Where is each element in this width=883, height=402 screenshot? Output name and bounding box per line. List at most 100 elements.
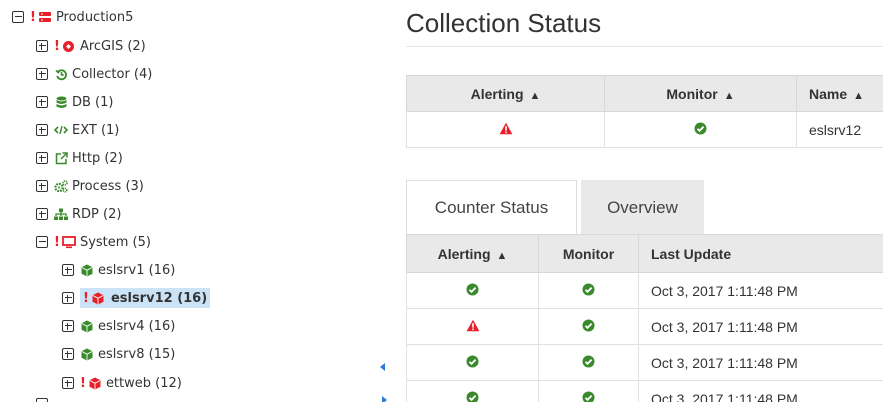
column-header-label: Monitor (666, 85, 718, 102)
expand-right-arrow-icon[interactable] (382, 396, 387, 402)
tree-node-label: Process (3) (72, 178, 144, 194)
tree-node-eslsrv8[interactable]: eslsrv8 (15) (62, 343, 175, 365)
tree-node-label: EXT (1) (72, 122, 120, 138)
expand-icon[interactable] (62, 320, 74, 332)
status-cell (406, 380, 539, 402)
collapse-icon[interactable] (36, 236, 48, 248)
cube-icon (80, 347, 94, 361)
column-header-alerting[interactable]: Alerting ▲︎ (406, 75, 605, 112)
column-header-monitor[interactable]: Monitor ▲︎ (604, 75, 797, 112)
table-row[interactable]: eslsrv12 (406, 111, 883, 148)
tree-node-eslsrv1[interactable]: eslsrv1 (16) (62, 259, 175, 281)
table-row[interactable]: Oct 3, 2017 1:11:48 PM (406, 380, 883, 402)
column-header-name[interactable]: Name ▲︎ (796, 75, 883, 112)
monitor-icon (62, 235, 76, 249)
counter-status-table: Alerting ▲︎ Monitor Last Update Oct 3, 20… (406, 234, 883, 402)
tree-node-ettweb[interactable]: ! ettweb (12) (62, 372, 182, 394)
sort-icon[interactable]: ▲︎ (530, 90, 541, 102)
check-circle-icon (466, 355, 479, 371)
splitter[interactable] (378, 0, 390, 402)
expand-icon[interactable] (62, 264, 74, 276)
tree-node-label: eslsrv12 (16) (107, 289, 211, 307)
alert-exclamation-icon: ! (54, 38, 60, 54)
warning-icon (466, 319, 480, 335)
cube-icon (80, 319, 94, 333)
alert-exclamation-icon: ! (30, 9, 36, 25)
expand-icon[interactable] (62, 377, 74, 389)
tree-node-label: ArcGIS (2) (79, 38, 146, 54)
check-circle-icon (466, 283, 479, 299)
alert-exclamation-icon: ! (83, 290, 89, 306)
collapse-left-arrow-icon[interactable] (380, 363, 385, 371)
tree-node-eslsrv4[interactable]: eslsrv4 (16) (62, 315, 175, 337)
status-cell (538, 344, 639, 381)
last-update-cell: Oct 3, 2017 1:11:48 PM (638, 272, 883, 309)
alert-exclamation-icon: ! (54, 234, 60, 250)
tree-node-label: eslsrv1 (16) (98, 262, 176, 278)
tab-counter-status[interactable]: Counter Status (406, 180, 577, 235)
tree-node-label: DB (1) (72, 94, 114, 110)
column-header-label: Alerting (437, 245, 491, 262)
column-header-alerting[interactable]: Alerting ▲︎ (406, 234, 539, 273)
expand-icon[interactable] (36, 40, 48, 52)
table-row[interactable]: Oct 3, 2017 1:11:48 PM (406, 308, 883, 345)
tree-node-ext[interactable]: EXT (1) (36, 119, 119, 141)
cube-icon (88, 376, 102, 390)
column-header-monitor[interactable]: Monitor (538, 234, 639, 273)
tree-node-label: eslsrv8 (15) (98, 346, 176, 362)
tab-overview[interactable]: Overview (581, 180, 704, 235)
tree-node-rdp[interactable]: RDP (2) (36, 203, 121, 225)
server-stack-icon (38, 10, 52, 24)
column-header-label: Last Update (651, 245, 732, 262)
collapse-icon[interactable] (12, 11, 24, 23)
tree-node-system[interactable]: ! System (5) (36, 231, 151, 253)
column-header-last-update[interactable]: Last Update (638, 234, 883, 273)
tree-node-db[interactable]: DB (1) (36, 91, 113, 113)
sort-icon[interactable]: ▲︎ (497, 250, 508, 262)
tree-node-collector[interactable]: Collector (4) (36, 63, 152, 85)
check-circle-icon (582, 391, 595, 402)
cube-icon (80, 263, 94, 277)
sitemap-icon (54, 207, 68, 221)
status-cell (406, 111, 605, 148)
main-panel: Collection Status Alerting ▲︎ Monitor ▲︎ N… (392, 0, 883, 402)
expand-icon[interactable] (36, 208, 48, 220)
expand-icon[interactable] (36, 124, 48, 136)
table-row[interactable]: Oct 3, 2017 1:11:48 PM (406, 344, 883, 381)
status-cell (538, 272, 639, 309)
status-cell (604, 111, 797, 148)
expand-icon[interactable] (62, 292, 74, 304)
column-header-label: Name (809, 85, 848, 102)
tree-node-label: Collector (4) (72, 66, 153, 82)
sort-icon[interactable]: ▲︎ (853, 90, 864, 102)
expand-icon[interactable] (36, 152, 48, 164)
expand-icon[interactable] (36, 96, 48, 108)
table-row[interactable]: Oct 3, 2017 1:11:48 PM (406, 272, 883, 309)
check-circle-icon (466, 391, 479, 402)
warning-icon (499, 122, 513, 138)
tree-node-label: Http (2) (72, 150, 123, 166)
cogs-icon (54, 179, 68, 193)
database-icon (54, 95, 68, 109)
status-cell (538, 380, 639, 402)
tree-node-eslsrv12[interactable]: ! eslsrv12 (16) (62, 287, 211, 309)
tree-node-http[interactable]: Http (2) (36, 147, 123, 169)
status-cell (406, 308, 539, 345)
expand-icon[interactable] (62, 348, 74, 360)
collection-status-table: Alerting ▲︎ Monitor ▲︎ Name ▲︎ eslsrv12 (406, 75, 883, 148)
tree-node-process[interactable]: Process (3) (36, 175, 144, 197)
expand-icon[interactable] (36, 398, 48, 402)
expand-icon[interactable] (36, 68, 48, 80)
check-circle-icon (582, 319, 595, 335)
expand-icon[interactable] (36, 180, 48, 192)
table-header-row: Alerting ▲︎ Monitor Last Update (406, 234, 883, 273)
check-circle-icon (582, 283, 595, 299)
selection-highlight: ! eslsrv12 (16) (80, 288, 211, 308)
tree-node-arcgis[interactable]: ! ArcGIS (2) (36, 35, 146, 57)
status-cell (538, 308, 639, 345)
status-cell (406, 272, 539, 309)
sort-icon[interactable]: ▲︎ (724, 90, 735, 102)
divider (406, 46, 883, 47)
tree-view: ! Production5 ! ArcGIS (2) Collector (4)… (0, 0, 380, 402)
tree-node-production5[interactable]: ! Production5 (12, 6, 133, 28)
